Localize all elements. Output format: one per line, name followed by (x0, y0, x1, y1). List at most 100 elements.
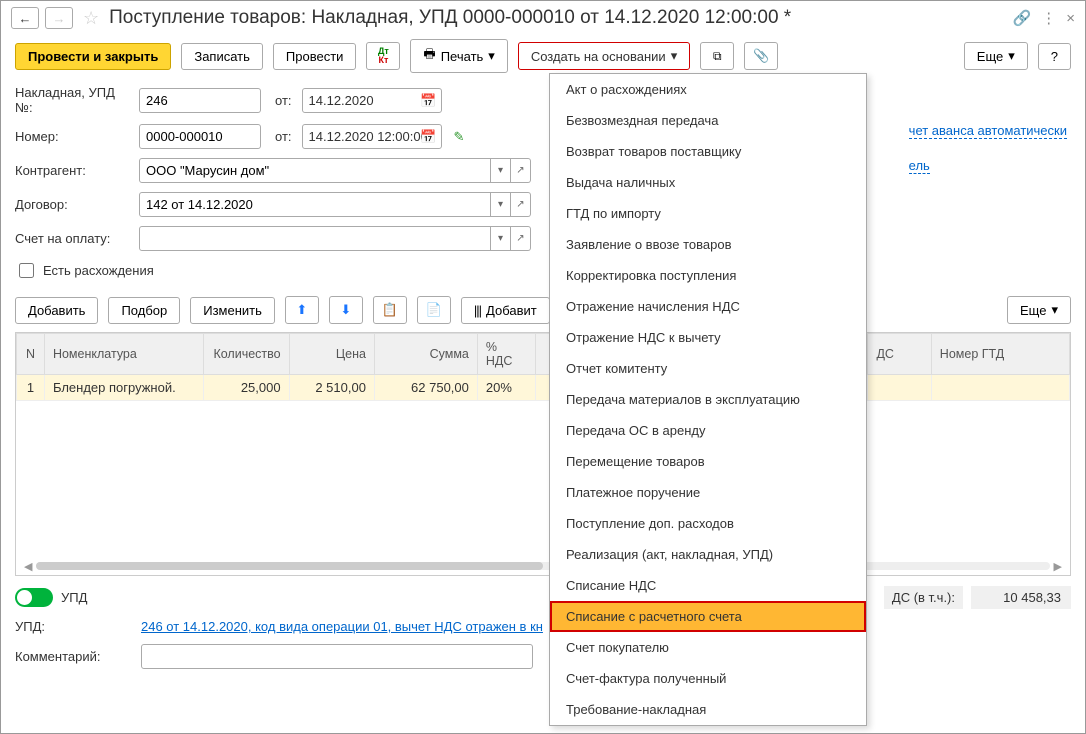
footer: УПД ДС (в т.ч.): 10 458,33 УПД: 246 от 1… (1, 576, 1085, 689)
dropdown-item[interactable]: ГТД по импорту (550, 198, 866, 229)
post-and-close-button[interactable]: Провести и закрыть (15, 43, 171, 70)
dropdown-item[interactable]: Счет покупателю (550, 632, 866, 663)
counterparty-input[interactable] (139, 158, 491, 183)
advance-link[interactable]: чет аванса автоматически (909, 123, 1067, 139)
table-toolbar: Добавить Подбор Изменить ⬆ ⬇ 📋 📄 ||| Доб… (1, 292, 1085, 328)
dropdown-item[interactable]: Безвозмездная передача (550, 105, 866, 136)
col-vat-rate[interactable]: % НДС (477, 334, 535, 375)
col-sum[interactable]: Сумма (374, 334, 477, 375)
col-gtd[interactable]: Номер ГТД (931, 334, 1069, 375)
more-button[interactable]: Еще ▾ (964, 42, 1028, 70)
dropdown-item[interactable]: Отчет комитенту (550, 353, 866, 384)
edit-icon[interactable]: ✎ (454, 129, 465, 145)
invoice-no-input[interactable] (139, 88, 261, 113)
change-button[interactable]: Изменить (190, 297, 275, 324)
dropdown-item[interactable]: Счет-фактура полученный (550, 663, 866, 694)
close-icon[interactable]: × (1066, 10, 1075, 27)
upd-toggle[interactable] (15, 588, 53, 607)
dropdown-item[interactable]: Акт о расхождениях (550, 74, 866, 105)
discrepancies-checkbox[interactable] (19, 263, 34, 278)
print-button[interactable]: 🖶 Печать ▾ (410, 39, 507, 73)
move-up-button[interactable]: ⬆ (285, 296, 319, 324)
items-table-wrap: N Номенклатура Количество Цена Сумма % Н… (15, 332, 1071, 576)
pick-button[interactable]: Подбор (108, 297, 180, 324)
payacct-input[interactable] (139, 226, 491, 251)
dropdown-item[interactable]: Корректировка поступления (550, 260, 866, 291)
post-button[interactable]: Провести (273, 43, 357, 70)
dropdown-item[interactable]: Отражение начисления НДС (550, 291, 866, 322)
table-row[interactable]: 1Блендер погружной.25,0002 510,0062 750,… (17, 375, 1070, 401)
upd-link[interactable]: 246 от 14.12.2020, код вида операции 01,… (141, 619, 543, 634)
document-title: Поступление товаров: Накладная, УПД 0000… (109, 7, 1006, 29)
number-date-input[interactable]: 14.12.2020 12:00:00📅 (302, 124, 442, 149)
dtkt-button[interactable]: ДтКт (366, 42, 400, 70)
add-by-barcode-button[interactable]: ||| Добавит (461, 297, 550, 324)
dropdown-item[interactable]: Заявление о ввозе товаров (550, 229, 866, 260)
dropdown-item[interactable]: Отражение НДС к вычету (550, 322, 866, 353)
comment-input[interactable] (141, 644, 533, 669)
paste-button[interactable]: 📄 (417, 296, 451, 324)
col-quantity[interactable]: Количество (203, 334, 289, 375)
number-label: Номер: (15, 129, 133, 144)
counterparty-dropdown-icon[interactable]: ▾ (491, 158, 511, 183)
copy-button[interactable]: 📋 (373, 296, 407, 324)
dropdown-item[interactable]: Поступление доп. расходов (550, 508, 866, 539)
dropdown-item[interactable]: Списание НДС (550, 570, 866, 601)
dropdown-item[interactable]: Платежное поручение (550, 477, 866, 508)
number-input[interactable] (139, 124, 261, 149)
form-area: Накладная, УПД №: от: 14.12.2020📅 Номер:… (1, 83, 1085, 292)
more-label: Еще (977, 49, 1003, 64)
payacct-open-icon[interactable]: ↗ (511, 226, 531, 251)
table-more-button[interactable]: Еще ▾ (1007, 296, 1071, 324)
link-icon[interactable]: 🔗 (1013, 9, 1032, 27)
contract-label: Договор: (15, 197, 133, 212)
favorite-icon[interactable]: ☆ (83, 8, 99, 29)
col-nomenclature[interactable]: Номенклатура (44, 334, 203, 375)
write-button[interactable]: Записать (181, 43, 263, 70)
create-on-basis-button[interactable]: Создать на основании ▾ (518, 42, 690, 70)
nds-label: ДС (в т.ч.): (884, 586, 963, 609)
contract-input[interactable] (139, 192, 491, 217)
col-price[interactable]: Цена (289, 334, 374, 375)
discrepancies-label: Есть расхождения (43, 263, 154, 278)
add-row-button[interactable]: Добавить (15, 297, 98, 324)
attach-button[interactable]: 📎 (744, 42, 778, 70)
contract-open-icon[interactable]: ↗ (511, 192, 531, 217)
invoice-no-label: Накладная, УПД №: (15, 85, 133, 115)
invoice-date-input[interactable]: 14.12.2020📅 (302, 88, 442, 113)
counterparty-open-icon[interactable]: ↗ (511, 158, 531, 183)
move-down-button[interactable]: ⬇ (329, 296, 363, 324)
horizontal-scrollbar[interactable]: ◀ ▶ (20, 559, 1066, 573)
calendar-icon[interactable]: 📅 (420, 93, 436, 109)
col-n[interactable]: N (17, 334, 45, 375)
back-button[interactable]: ← (11, 7, 39, 29)
help-button[interactable]: ? (1038, 43, 1071, 70)
scroll-left-icon[interactable]: ◀ (20, 560, 36, 573)
app-window: ← → ☆ Поступление товаров: Накладная, УП… (0, 0, 1086, 734)
comment-label: Комментарий: (15, 649, 133, 664)
dropdown-item[interactable]: Перемещение товаров (550, 446, 866, 477)
dropdown-item[interactable]: Выдача наличных (550, 167, 866, 198)
dropdown-item[interactable]: Реализация (акт, накладная, УПД) (550, 539, 866, 570)
structure-button[interactable]: ⧉ (700, 42, 734, 70)
side-links: чет аванса автоматически ель (909, 123, 1067, 173)
dropdown-item[interactable]: Возврат товаров поставщику (550, 136, 866, 167)
contract-dropdown-icon[interactable]: ▾ (491, 192, 511, 217)
print-label: Печать (441, 49, 484, 64)
nds-value: 10 458,33 (971, 586, 1071, 609)
items-table: N Номенклатура Количество Цена Сумма % Н… (16, 333, 1070, 401)
scroll-right-icon[interactable]: ▶ (1050, 560, 1066, 573)
forward-button[interactable]: → (45, 7, 73, 29)
create-based-label: Создать на основании (531, 49, 666, 64)
dropdown-item[interactable]: Требование-накладная (550, 694, 866, 725)
menu-icon[interactable]: ⋮ (1041, 9, 1056, 27)
payacct-dropdown-icon[interactable]: ▾ (491, 226, 511, 251)
other-link[interactable]: ель (909, 158, 930, 174)
from-label-2: от: (275, 129, 292, 144)
col-vat[interactable]: ДС (868, 334, 931, 375)
main-toolbar: Провести и закрыть Записать Провести ДтК… (1, 35, 1085, 83)
dropdown-item[interactable]: Передача материалов в эксплуатацию (550, 384, 866, 415)
dropdown-item[interactable]: Передача ОС в аренду (550, 415, 866, 446)
calendar-icon-2[interactable]: 📅 (420, 129, 436, 145)
dropdown-item[interactable]: Списание с расчетного счета (550, 601, 866, 632)
